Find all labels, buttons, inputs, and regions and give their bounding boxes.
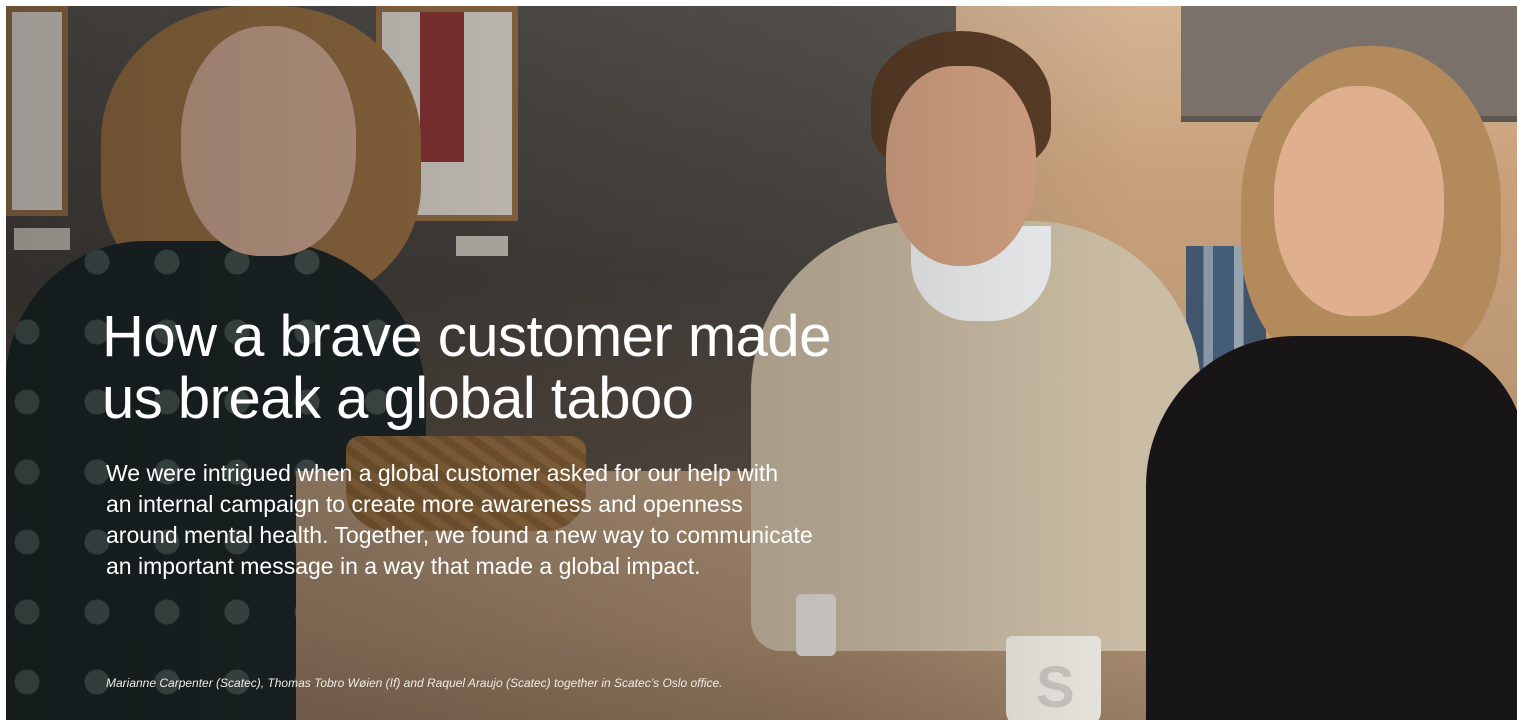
article-lead: We were intrigued when a global customer… bbox=[106, 458, 1006, 582]
lead-line: an important message in a way that made … bbox=[106, 553, 701, 579]
article-title: How a brave customer made us break a glo… bbox=[102, 306, 1002, 430]
photo-caption: Marianne Carpenter (Scatec), Thomas Tobr… bbox=[106, 676, 723, 690]
title-line: us break a global taboo bbox=[102, 366, 694, 431]
lead-line: We were intrigued when a global customer… bbox=[106, 460, 779, 486]
hero-photo: S How a brave customer made us break a g… bbox=[6, 6, 1517, 720]
title-line: How a brave customer made bbox=[102, 304, 831, 369]
lead-line: around mental health. Together, we found… bbox=[106, 522, 813, 548]
lead-line: an internal campaign to create more awar… bbox=[106, 491, 743, 517]
